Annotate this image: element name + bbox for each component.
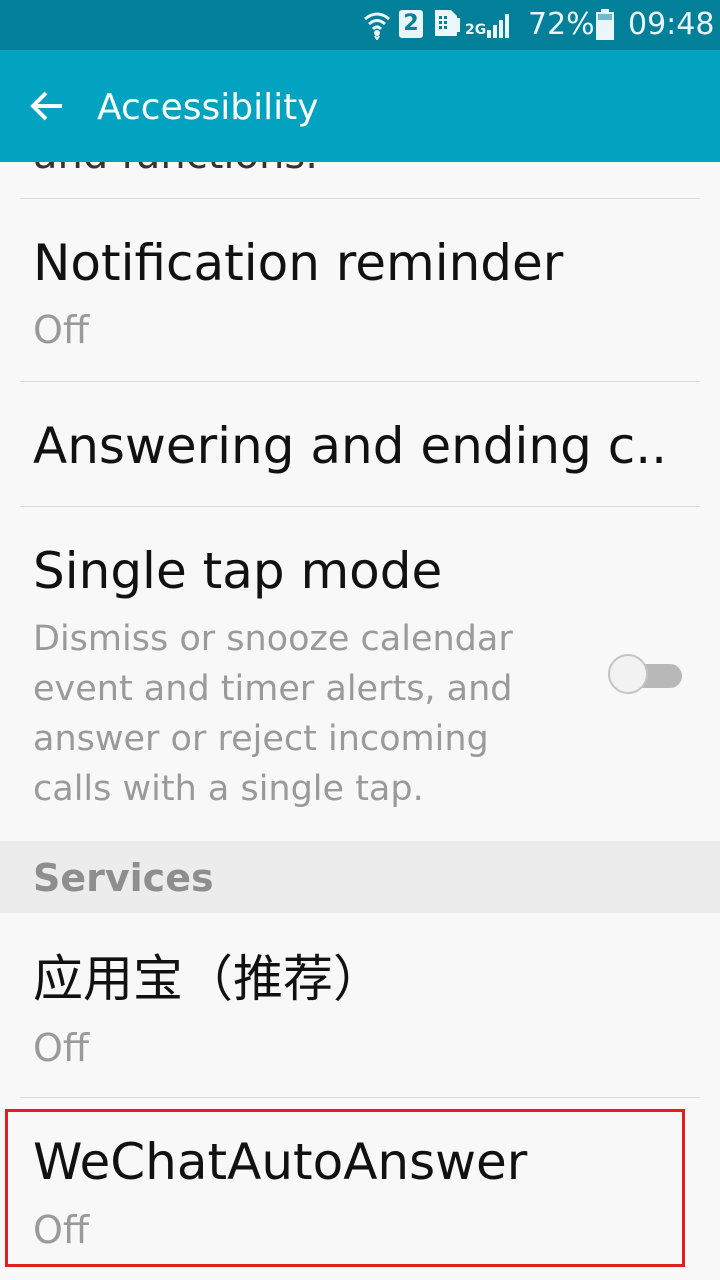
battery-percentage: 72% xyxy=(528,7,595,42)
status-time: 09:48 xyxy=(628,7,715,42)
list-item-yingyongbao[interactable]: 应用宝（推荐） Off xyxy=(0,913,720,1097)
partial-item-text: and functions. xyxy=(33,162,318,180)
item-title: 应用宝（推荐） xyxy=(33,950,383,1008)
arrow-left-icon xyxy=(30,91,62,121)
list-item-notification-reminder[interactable]: Notification reminder Off xyxy=(0,199,720,381)
signal-2g-icon: 2G xyxy=(465,10,515,40)
sim-card-icon xyxy=(435,10,460,36)
list-item-wechatautoanswer[interactable]: WeChatAutoAnswer Off xyxy=(0,1098,720,1280)
list-item-partial[interactable]: and functions. xyxy=(0,162,720,198)
section-header-label: Services xyxy=(33,856,214,900)
item-title: WeChatAutoAnswer xyxy=(33,1133,528,1191)
item-title: Answering and ending c.. xyxy=(33,417,668,475)
single-tap-toggle[interactable] xyxy=(608,652,684,696)
screen: 2 2G 72% 09:48 Accessibility Notificatio… xyxy=(0,0,720,1280)
app-bar: Accessibility xyxy=(0,50,720,162)
status-bar: 2 2G 72% 09:48 xyxy=(0,0,720,50)
sim-2-icon: 2 xyxy=(399,10,423,38)
item-subtitle: Off xyxy=(33,1026,90,1070)
wifi-icon xyxy=(364,12,390,40)
page-title: Accessibility xyxy=(97,87,319,128)
item-description: Dismiss or snooze calendar event and tim… xyxy=(33,619,513,809)
battery-icon xyxy=(596,9,614,40)
item-subtitle: Off xyxy=(33,308,90,352)
item-title: Single tap mode xyxy=(33,542,443,600)
item-subtitle: Off xyxy=(33,1208,90,1252)
section-header-services: Services xyxy=(0,841,720,913)
list-item-answering-ending-calls[interactable]: Answering and ending c.. xyxy=(0,382,720,506)
back-button[interactable] xyxy=(22,80,74,132)
item-title: Notification reminder xyxy=(33,234,564,292)
toggle-thumb xyxy=(608,654,648,694)
